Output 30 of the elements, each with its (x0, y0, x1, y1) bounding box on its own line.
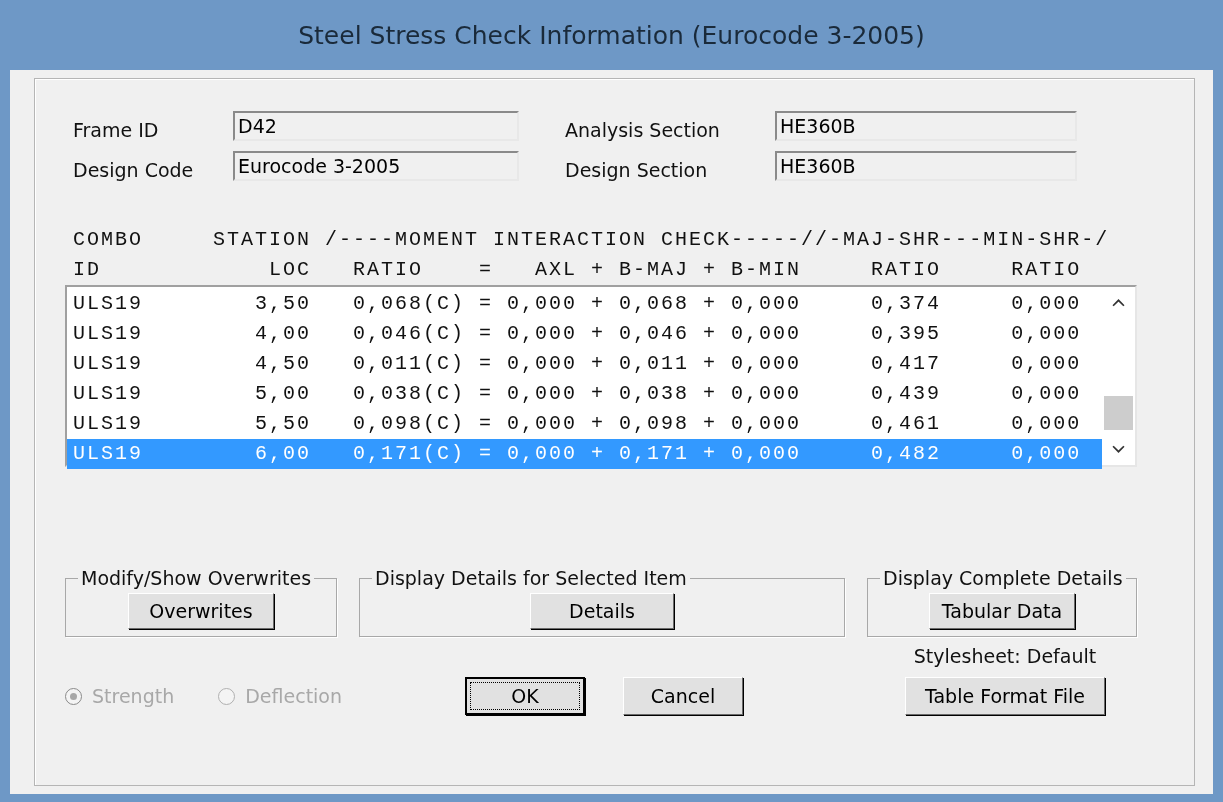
readonly-field[interactable]: D42 (233, 111, 519, 141)
readonly-field[interactable]: HE360B (775, 151, 1077, 181)
table-format-button[interactable]: Table Format File (905, 677, 1105, 715)
scroll-down-icon[interactable] (1112, 445, 1125, 454)
group-button[interactable]: Tabular Data (929, 593, 1075, 629)
list-row[interactable]: ULS19 4,00 0,046(C) = 0,000 + 0,046 + 0,000 0,395 0,000 (67, 319, 1102, 349)
column-header: ID LOC RATIO = AXL + B-MAJ + B-MIN RATIO RATIO (73, 257, 1083, 283)
field-label: Analysis Section (565, 118, 721, 141)
readonly-field[interactable]: HE360B (775, 111, 1077, 141)
window-title: Steel Stress Check Information (Eurocode 3-2005) (297, 19, 926, 52)
readonly-field[interactable]: Eurocode 3-2005 (233, 151, 519, 181)
group-button[interactable]: Details (530, 593, 674, 629)
results-list[interactable] (65, 285, 1137, 467)
column-header: COMBO STATION /----MOMENT INTERACTION CHECK-----//-MAJ-SHR---MIN-SHR-/ (73, 227, 1111, 253)
group-button[interactable]: Overwrites (128, 593, 274, 629)
scroll-thumb[interactable] (1104, 396, 1133, 430)
list-row[interactable]: ULS19 3,50 0,068(C) = 0,000 + 0,068 + 0,000 0,374 0,000 (67, 289, 1102, 319)
field-label: Design Section (565, 158, 709, 181)
list-row[interactable]: ULS19 5,50 0,098(C) = 0,000 + 0,098 + 0,000 0,461 0,000 (67, 409, 1102, 439)
group-title: Modify/Show Overwrites (80, 567, 313, 589)
field-label: Design Code (73, 158, 195, 181)
field-label: Frame ID (73, 118, 160, 141)
stylesheet-label: Stylesheet: Default (913, 645, 1097, 667)
list-row[interactable]: ULS19 4,50 0,011(C) = 0,000 + 0,011 + 0,000 0,417 0,000 (67, 349, 1102, 379)
group-title: Display Complete Details (882, 567, 1124, 589)
dialog-button[interactable]: Cancel (623, 677, 743, 715)
scroll-up-icon[interactable] (1112, 298, 1125, 307)
group-title: Display Details for Selected Item (374, 567, 688, 589)
list-row[interactable]: ULS19 5,00 0,038(C) = 0,000 + 0,038 + 0,000 0,439 0,000 (67, 379, 1102, 409)
dialog-button[interactable]: OK (465, 677, 585, 715)
